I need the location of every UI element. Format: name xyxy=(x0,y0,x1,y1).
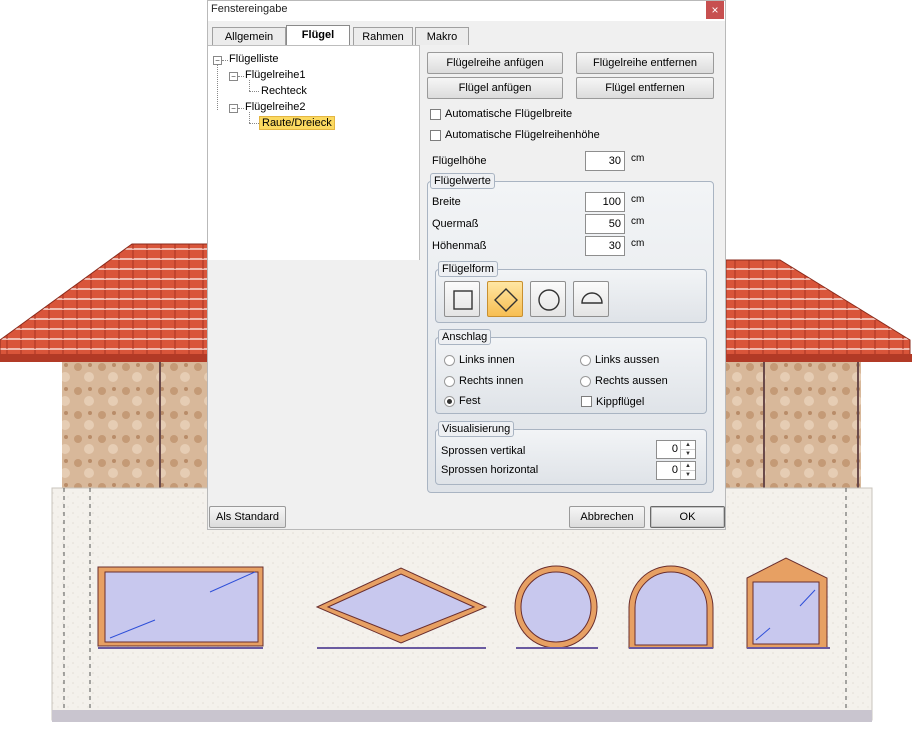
circle-icon[interactable] xyxy=(530,281,566,317)
spin-down-icon[interactable]: ▼ xyxy=(681,471,695,479)
hinge-right-inner-label: Rechts innen xyxy=(459,375,524,387)
horizontal-bars-value: 0 xyxy=(671,464,678,476)
window-rectangle xyxy=(97,566,264,649)
sash-height-label: Flügelhöhe xyxy=(432,155,487,167)
auto-row-height-label: Automatische Flügelreihenhöhe xyxy=(445,129,600,141)
visualization-title: Visualisierung xyxy=(438,421,515,437)
hinge-left-outer-radio[interactable] xyxy=(580,355,591,366)
tilt-label: Kippflügel xyxy=(596,396,645,408)
fenstereingabe-dialog: Fenstereingabe × Allgemein Flügel Rahmen… xyxy=(207,0,726,530)
height-dimension-unit: cm xyxy=(631,238,645,249)
horizontal-bars-label: Sprossen horizontal xyxy=(441,464,539,476)
tree-row-1[interactable]: Flügelreihe1 xyxy=(245,69,306,81)
height-dimension-input[interactable]: 30 xyxy=(585,236,625,256)
semicircle-icon[interactable] xyxy=(573,281,609,317)
spin-up-icon[interactable]: ▲ xyxy=(681,462,695,471)
hinge-fixed-radio[interactable] xyxy=(444,396,455,407)
auto-width-checkbox[interactable] xyxy=(430,109,441,120)
height-dimension-label: Höhenmaß xyxy=(432,240,487,252)
window-title: Fenstereingabe xyxy=(211,3,288,15)
close-icon[interactable]: × xyxy=(706,1,724,19)
collapse-icon[interactable]: − xyxy=(229,104,238,113)
ok-button[interactable]: OK xyxy=(650,506,725,528)
width-unit: cm xyxy=(631,194,645,205)
stone-wall-left xyxy=(62,362,208,488)
collapse-icon[interactable]: − xyxy=(213,56,222,65)
width-label: Breite xyxy=(432,196,461,208)
roof-right xyxy=(725,259,912,362)
roof-left xyxy=(0,243,209,362)
diamond-icon[interactable] xyxy=(487,281,523,317)
hinge-left-inner-radio[interactable] xyxy=(444,355,455,366)
sash-shape-title: Flügelform xyxy=(438,261,498,277)
tab-rahmen[interactable]: Rahmen xyxy=(353,27,413,45)
tab-fluegel[interactable]: Flügel xyxy=(286,25,350,46)
hinge-title: Anschlag xyxy=(438,329,492,345)
window-arch xyxy=(628,565,714,649)
tab-strip: Allgemein Flügel Rahmen Makro xyxy=(208,25,725,46)
spin-down-icon[interactable]: ▼ xyxy=(681,450,695,458)
add-row-button[interactable]: Flügelreihe anfügen xyxy=(427,52,563,74)
window-circle xyxy=(514,565,598,649)
tab-allgemein[interactable]: Allgemein xyxy=(212,27,286,45)
cross-dimension-label: Quermaß xyxy=(432,218,479,230)
width-input[interactable]: 100 xyxy=(585,192,625,212)
hinge-fixed-label: Fest xyxy=(459,395,481,407)
spin-up-icon[interactable]: ▲ xyxy=(681,441,695,450)
cancel-button[interactable]: Abbrechen xyxy=(569,506,645,528)
tree-leaf-rechteck[interactable]: Rechteck xyxy=(261,85,307,97)
sash-tree[interactable]: − Flügelliste − Flügelreihe1 Rechteck − … xyxy=(208,45,420,260)
auto-width-label: Automatische Flügelbreite xyxy=(445,108,573,120)
cross-dimension-input[interactable]: 50 xyxy=(585,214,625,234)
vertical-bars-label: Sprossen vertikal xyxy=(441,445,526,457)
hinge-left-outer-label: Links aussen xyxy=(595,354,660,366)
hinge-right-outer-radio[interactable] xyxy=(580,376,591,387)
square-icon[interactable] xyxy=(444,281,480,317)
remove-row-button[interactable]: Flügelreihe entfernen xyxy=(576,52,714,74)
tree-row-2[interactable]: Flügelreihe2 xyxy=(245,101,306,113)
collapse-icon[interactable]: − xyxy=(229,72,238,81)
horizontal-bars-stepper[interactable]: 0 ▲ ▼ xyxy=(656,461,696,480)
vertical-bars-value: 0 xyxy=(671,443,678,455)
tree-leaf-raute-dreieck[interactable]: Raute/Dreieck xyxy=(259,116,335,130)
hinge-right-outer-label: Rechts aussen xyxy=(595,375,668,387)
vertical-bars-stepper[interactable]: 0 ▲ ▼ xyxy=(656,440,696,459)
stone-wall-right xyxy=(726,362,861,488)
add-sash-button[interactable]: Flügel anfügen xyxy=(427,77,563,99)
tilt-checkbox[interactable] xyxy=(581,396,592,407)
title-bar: Fenstereingabe × xyxy=(208,1,725,21)
tab-makro[interactable]: Makro xyxy=(415,27,469,45)
hinge-right-inner-radio[interactable] xyxy=(444,376,455,387)
sash-values-title: Flügelwerte xyxy=(430,173,495,189)
hinge-left-inner-label: Links innen xyxy=(459,354,515,366)
remove-sash-button[interactable]: Flügel entfernen xyxy=(576,77,714,99)
auto-row-height-checkbox[interactable] xyxy=(430,130,441,141)
sash-height-input[interactable]: 30 xyxy=(585,151,625,171)
set-default-button[interactable]: Als Standard xyxy=(209,506,286,528)
cross-dimension-unit: cm xyxy=(631,216,645,227)
sash-height-unit: cm xyxy=(631,153,645,164)
tree-root[interactable]: Flügelliste xyxy=(229,53,279,65)
